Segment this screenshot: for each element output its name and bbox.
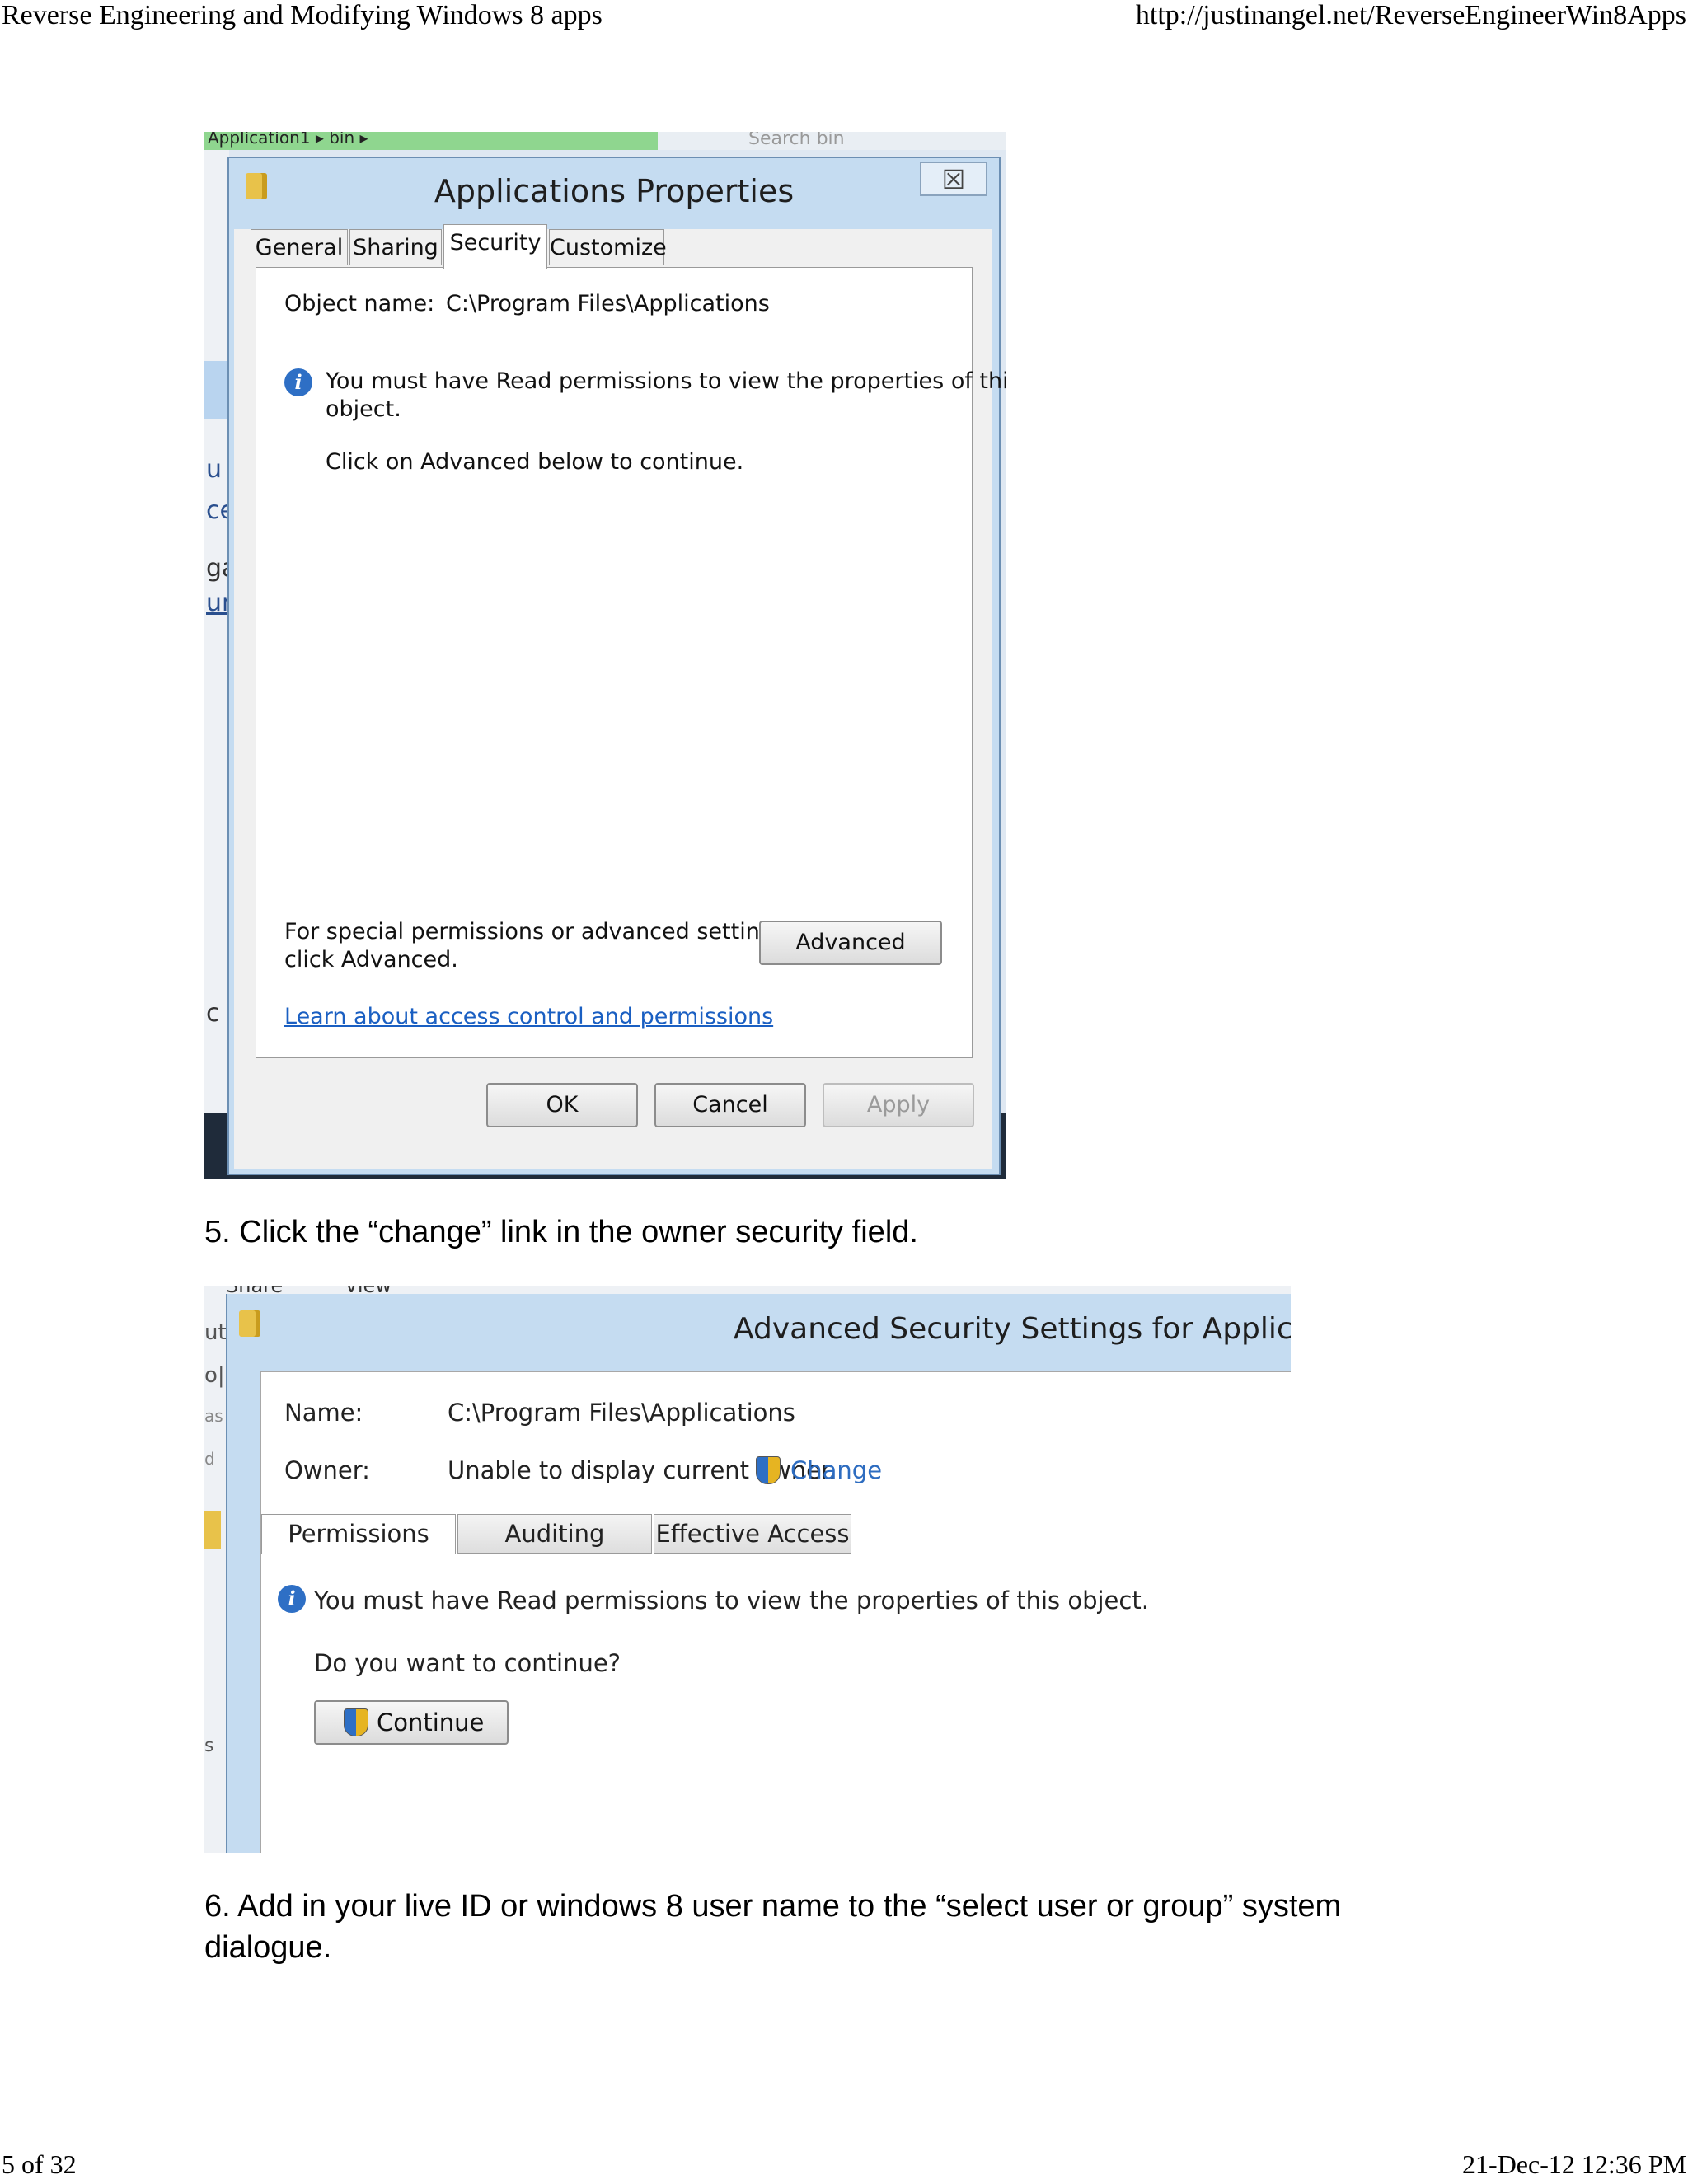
side-text-fragment: o| — [204, 1363, 225, 1388]
object-name-label: Object name: — [284, 291, 435, 316]
uac-shield-icon — [756, 1456, 781, 1484]
folder-icon — [239, 1310, 260, 1337]
dialog-body: Name: C:\Program Files\Applications Owne… — [260, 1371, 1291, 1853]
special-permissions-text-cont: click Advanced. — [284, 947, 458, 972]
document-title: Reverse Engineering and Modifying Window… — [2, 0, 603, 30]
close-button[interactable]: ☒ — [920, 162, 987, 196]
dialog-title: Applications Properties — [434, 173, 795, 209]
side-text-fragment: c — [206, 999, 220, 1028]
info-icon: i — [284, 368, 312, 396]
permission-message: You must have Read permissions to view t… — [326, 368, 1006, 394]
print-datetime: 21-Dec-12 12:36 PM — [1462, 2149, 1686, 2179]
side-text-fragment: s — [204, 1736, 214, 1756]
owner-label: Owner: — [284, 1456, 370, 1484]
step-5-instruction: 5. Click the “change” link in the owner … — [204, 1215, 918, 1249]
explorer-search-box[interactable]: Search bin — [748, 132, 845, 149]
document-url[interactable]: http://justinangel.net/ReverseEngineerWi… — [1136, 0, 1686, 31]
name-label: Name: — [284, 1399, 363, 1427]
applications-properties-dialog: Applications Properties ☒ General Sharin… — [227, 157, 1006, 1175]
special-permissions-text: For special permissions or advanced sett… — [284, 919, 793, 944]
learn-access-control-link[interactable]: Learn about access control and permissio… — [284, 1004, 773, 1029]
name-value: C:\Program Files\Applications — [448, 1399, 795, 1427]
advanced-button[interactable]: Advanced — [759, 921, 942, 965]
object-name-value: C:\Program Files\Applications — [446, 291, 770, 316]
continue-button-label: Continue — [377, 1708, 485, 1736]
tab-auditing[interactable]: Auditing — [457, 1514, 652, 1554]
permission-message-cont: object. — [326, 396, 401, 422]
continue-question: Do you want to continue? — [314, 1649, 621, 1677]
advanced-security-screenshot: Share View ut o| as d s Advanced Securit… — [204, 1286, 1291, 1853]
tab-effective-access[interactable]: Effective Access — [654, 1514, 851, 1554]
step-6-line-1: 6. Add in your live ID or windows 8 user… — [204, 1889, 1342, 1924]
apply-button[interactable]: Apply — [823, 1083, 974, 1127]
continue-button[interactable]: Continue — [314, 1700, 509, 1745]
advanced-security-settings-dialog: Advanced Security Settings for Applicati… — [226, 1294, 1291, 1853]
info-icon: i — [278, 1585, 306, 1613]
folder-icon-fragment — [204, 1511, 221, 1549]
side-text-fragment: as — [204, 1406, 223, 1426]
explorer-breadcrumb[interactable]: Application1 ▸ bin ▸ — [204, 132, 658, 150]
change-owner-link[interactable]: Change — [790, 1456, 882, 1484]
uac-shield-icon — [344, 1708, 368, 1736]
explorer-side-panel — [204, 150, 229, 1139]
dialog-body: General Sharing Security Customize Objec… — [234, 224, 1006, 1169]
dialog-title: Advanced Security Settings for Applicati… — [734, 1312, 1291, 1346]
side-text-fragment: u — [206, 455, 223, 484]
step-6-instruction: 6. Add in your live ID or windows 8 user… — [204, 1886, 1490, 1968]
tab-general[interactable]: General — [251, 229, 348, 265]
tab-customize[interactable]: Customize — [549, 229, 667, 265]
cancel-button[interactable]: Cancel — [654, 1083, 806, 1127]
side-text-fragment: d — [204, 1449, 215, 1469]
step-6-line-2: dialogue. — [204, 1930, 332, 1965]
security-tab-panel: Object name: C:\Program Files\Applicatio… — [256, 267, 1006, 1058]
tab-security[interactable]: Security — [443, 224, 547, 269]
page-number: 5 of 32 — [2, 2149, 77, 2179]
properties-dialog-screenshot: Application1 ▸ bin ▸ Search bin u ce ga … — [204, 132, 1006, 1179]
permission-message: You must have Read permissions to view t… — [314, 1586, 1149, 1615]
tab-sharing[interactable]: Sharing — [349, 229, 442, 265]
explorer-selection-band — [204, 361, 229, 419]
side-text-fragment: ut — [204, 1320, 227, 1345]
ok-button[interactable]: OK — [486, 1083, 638, 1127]
tab-permissions[interactable]: Permissions — [261, 1514, 456, 1554]
continue-instruction: Click on Advanced below to continue. — [326, 449, 744, 475]
